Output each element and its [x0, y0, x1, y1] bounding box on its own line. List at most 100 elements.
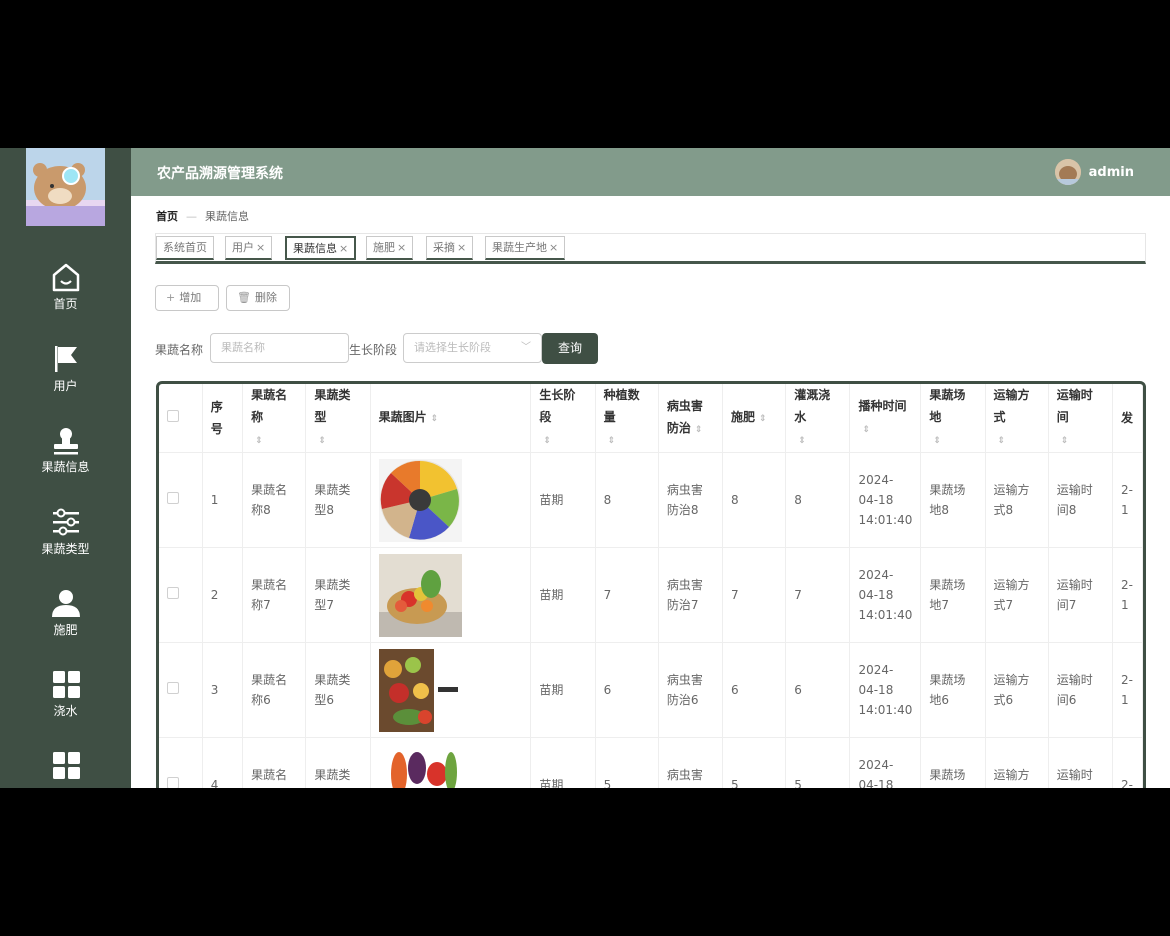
sort-icon[interactable]: ⇕ — [255, 436, 263, 446]
column-header[interactable]: 果蔬类型 ⇕ — [305, 384, 371, 453]
column-header[interactable]: 生长阶段 ⇕ — [530, 384, 596, 453]
cell-fertilize: 5 — [722, 737, 787, 788]
row-checkbox[interactable] — [167, 587, 179, 599]
add-button[interactable]: + 增加 — [155, 285, 219, 311]
tab-production-site[interactable]: 果蔬生产地 × — [485, 236, 566, 260]
sidebar-item-more[interactable] — [0, 748, 131, 788]
table-row[interactable]: 2 果蔬名称7 果蔬类型7 苗期 7 病虫害防治7 7 7 2024-04-18… — [159, 547, 1143, 643]
name-search-input[interactable]: 果蔬名称 — [210, 333, 349, 363]
flag-icon — [54, 346, 77, 372]
sidebar-item-produce-info[interactable]: 果蔬信息 — [0, 423, 131, 493]
cell-sow-time: 2024-04-18 14:01:40 — [849, 452, 922, 548]
cell-qty: 8 — [595, 452, 659, 548]
sidebar-item-home[interactable]: 首页 — [0, 260, 131, 330]
sort-icon[interactable]: ⇕ — [933, 436, 941, 446]
person-icon — [51, 590, 80, 617]
close-icon[interactable]: × — [256, 241, 265, 254]
sidebar-item-users[interactable]: 用户 — [0, 342, 131, 412]
grid-icon — [52, 752, 80, 779]
delete-button[interactable]: 🗑 删除 — [226, 285, 290, 311]
column-header[interactable]: 播种时间 ⇕ — [849, 384, 922, 453]
column-header[interactable]: 施肥 ⇕ — [722, 384, 787, 453]
close-icon[interactable]: × — [549, 241, 558, 254]
app-window: 首页 用户 果蔬信息 果蔬类型 施肥 浇水 农产品溯源管理系统 admin 首页… — [0, 148, 1170, 788]
cell-stage: 苗期 — [530, 737, 596, 788]
cell-no: 1 — [202, 452, 244, 548]
cell-type: 果蔬类型6 — [305, 642, 371, 738]
close-icon[interactable]: × — [457, 241, 466, 254]
close-icon[interactable]: × — [339, 242, 348, 255]
sidebar-item-label: 首页 — [53, 297, 78, 311]
cell-image — [370, 642, 532, 738]
avatar[interactable] — [1054, 159, 1081, 185]
tab-fertilize[interactable]: 施肥 × — [366, 236, 414, 260]
table-row[interactable]: 3 果蔬名称6 果蔬类型6 苗期 6 病虫害防治6 6 6 2024-04-18… — [159, 642, 1143, 738]
column-header[interactable]: 运输方式 ⇕ — [985, 384, 1049, 453]
cell-qty: 7 — [595, 547, 659, 643]
breadcrumb-home[interactable]: 首页 — [156, 208, 178, 224]
cell-no: 3 — [202, 642, 244, 738]
sidebar-item-label: 果蔬类型 — [41, 542, 90, 556]
cell-pest: 病虫害防 — [658, 737, 724, 788]
select-all-cell[interactable] — [159, 384, 203, 453]
sort-icon[interactable]: ⇕ — [431, 414, 439, 424]
sort-icon[interactable]: ⇕ — [998, 436, 1006, 446]
stage-select-placeholder: 请选择生长阶段 — [414, 341, 491, 354]
select-all-checkbox[interactable] — [167, 410, 179, 422]
sidebar-item-label: 浇水 — [53, 704, 78, 718]
column-header[interactable]: 果蔬场地 ⇕ — [920, 384, 986, 453]
column-header[interactable]: 病虫害防治 ⇕ — [658, 384, 724, 453]
produce-image — [378, 553, 462, 637]
sort-icon[interactable]: ⇕ — [608, 436, 616, 446]
tab-produce-info[interactable]: 果蔬信息 × — [285, 236, 357, 260]
column-header[interactable]: 种植数量 ⇕ — [595, 384, 659, 453]
column-header[interactable]: 果蔬名称 ⇕ — [242, 384, 307, 453]
tab-bar: 系统首页 用户 × 果蔬信息 × 施肥 × 采摘 × 果蔬生产地 × — [155, 233, 1146, 264]
sidebar-item-produce-type[interactable]: 果蔬类型 — [0, 505, 131, 575]
row-checkbox[interactable] — [167, 492, 179, 504]
query-button[interactable]: 查询 — [542, 333, 598, 364]
row-checkbox[interactable] — [167, 777, 179, 788]
tab-harvest[interactable]: 采摘 × — [426, 236, 474, 260]
sidebar-item-fertilize[interactable]: 施肥 — [0, 586, 131, 656]
sort-icon[interactable]: ⇕ — [318, 436, 326, 446]
table-row[interactable]: 1 果蔬名称8 果蔬类型8 苗期 8 病虫害防治8 8 8 2024-04-18… — [159, 452, 1143, 548]
column-header[interactable]: 灌溉浇水 ⇕ — [785, 384, 851, 453]
close-icon[interactable]: × — [397, 241, 406, 254]
sidebar-item-label: 果蔬信息 — [41, 460, 90, 474]
column-header[interactable]: 运输时间 ⇕ — [1048, 384, 1113, 453]
cell-pest: 病虫害防治8 — [658, 452, 724, 548]
produce-table: 序号 果蔬名称 ⇕ 果蔬类型 ⇕ 果蔬图片 ⇕ 生长阶段 ⇕ 种植数量 ⇕ 病虫害防治 ⇕ … — [156, 381, 1146, 788]
sort-icon[interactable]: ⇕ — [798, 436, 806, 446]
user-menu[interactable]: admin — [1054, 159, 1134, 185]
cell-transport-time: 运输时间7 — [1048, 547, 1113, 643]
stage-select[interactable]: 请选择生长阶段 ﹀ — [403, 333, 542, 363]
sidebar-item-watering[interactable]: 浇水 — [0, 667, 131, 737]
tab-users[interactable]: 用户 × — [225, 236, 273, 260]
breadcrumb-current: 果蔬信息 — [205, 210, 249, 223]
cell-site: 果蔬场地6 — [920, 642, 986, 738]
sort-icon[interactable]: ⇕ — [759, 414, 767, 424]
cell-no: 2 — [202, 547, 244, 643]
table-row[interactable]: 4 果蔬名称 果蔬类型 苗期 5 病虫害防 — [159, 737, 1143, 788]
cell-image — [370, 452, 532, 548]
sidebar-item-label: 用户 — [53, 379, 78, 393]
produce-image — [378, 648, 462, 732]
plus-icon: + — [166, 291, 176, 304]
cell-sow-time: 2024-04-18 14:0 — [849, 737, 922, 788]
tab-system-home[interactable]: 系统首页 — [156, 236, 214, 260]
sort-icon[interactable]: ⇕ — [543, 436, 551, 446]
produce-image — [378, 458, 462, 542]
cell-transport: 运输方式 — [985, 737, 1049, 788]
cell-water: 6 — [785, 642, 851, 738]
sort-icon[interactable]: ⇕ — [1061, 436, 1069, 446]
cell-type: 果蔬类型 — [305, 737, 371, 788]
cell-site: 果蔬场地7 — [920, 547, 986, 643]
row-checkbox[interactable] — [167, 682, 179, 694]
sort-icon[interactable]: ⇕ — [862, 425, 870, 435]
sort-icon[interactable]: ⇕ — [695, 425, 703, 435]
cell-type: 果蔬类型8 — [305, 452, 371, 548]
sidebar: 首页 用户 果蔬信息 果蔬类型 施肥 浇水 — [0, 148, 131, 788]
produce-image — [378, 743, 462, 788]
column-header[interactable]: 果蔬图片 ⇕ — [370, 384, 532, 453]
